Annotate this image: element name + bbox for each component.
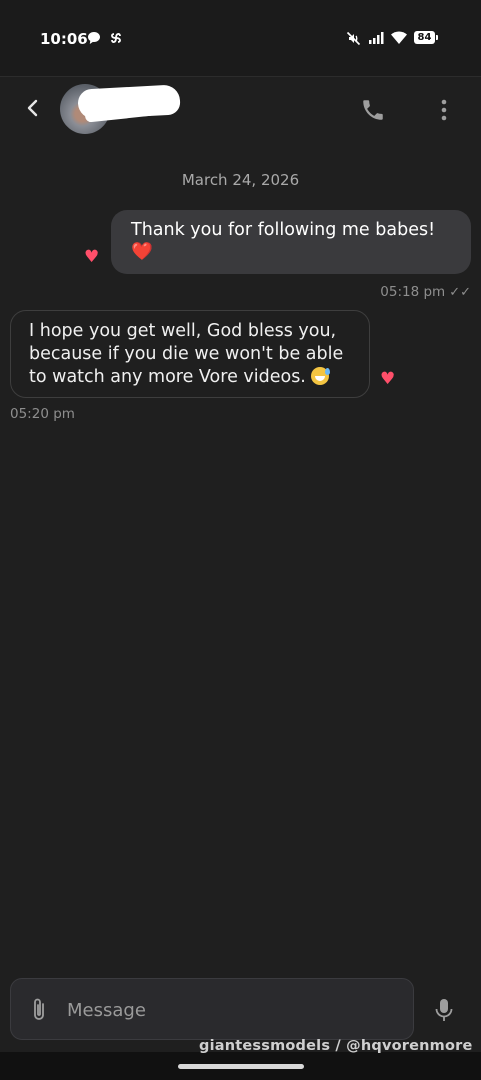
- battery-icon: 84: [414, 31, 438, 44]
- message-text: Thank you for following me babes!: [131, 220, 436, 240]
- message-meta: 05:18 pm ✓✓: [380, 284, 471, 300]
- pinwheel-icon: [111, 33, 121, 43]
- wifi-icon: [391, 31, 407, 44]
- home-indicator[interactable]: [178, 1064, 304, 1069]
- grinning-sweat-emoji: [311, 367, 331, 385]
- chat-header: [0, 77, 481, 143]
- message-time: 05:18 pm: [380, 284, 446, 300]
- signal-icon: [369, 32, 384, 44]
- message-time: 05:20 pm: [10, 406, 75, 422]
- reaction-heart-icon[interactable]: ♥: [84, 249, 99, 266]
- phone-icon[interactable]: [360, 97, 386, 123]
- reaction-heart-icon[interactable]: ♥: [380, 371, 395, 388]
- chat-bubble-icon: [88, 32, 100, 44]
- message-input[interactable]: [65, 989, 399, 1031]
- microphone-icon[interactable]: [433, 997, 455, 1023]
- status-time: 10:06: [40, 30, 88, 48]
- mute-icon: [346, 31, 361, 46]
- message-text: I hope you get well, God bless you, beca…: [29, 321, 344, 387]
- chevron-left-icon[interactable]: [22, 97, 44, 119]
- status-bar: 10:06 84: [0, 0, 481, 77]
- heart-emoji: ❤️: [131, 242, 153, 262]
- incoming-message-bubble[interactable]: I hope you get well, God bless you, beca…: [10, 310, 370, 398]
- outgoing-message-bubble[interactable]: Thank you for following me babes! ❤️: [111, 210, 471, 274]
- watermark: giantessmodels / @hqvorenmore: [199, 1038, 473, 1054]
- message-composer: [10, 978, 414, 1040]
- more-vertical-icon[interactable]: [435, 97, 453, 123]
- read-receipt-icon: ✓✓: [449, 285, 471, 300]
- date-separator: March 24, 2026: [181, 171, 300, 189]
- paperclip-icon[interactable]: [28, 997, 50, 1023]
